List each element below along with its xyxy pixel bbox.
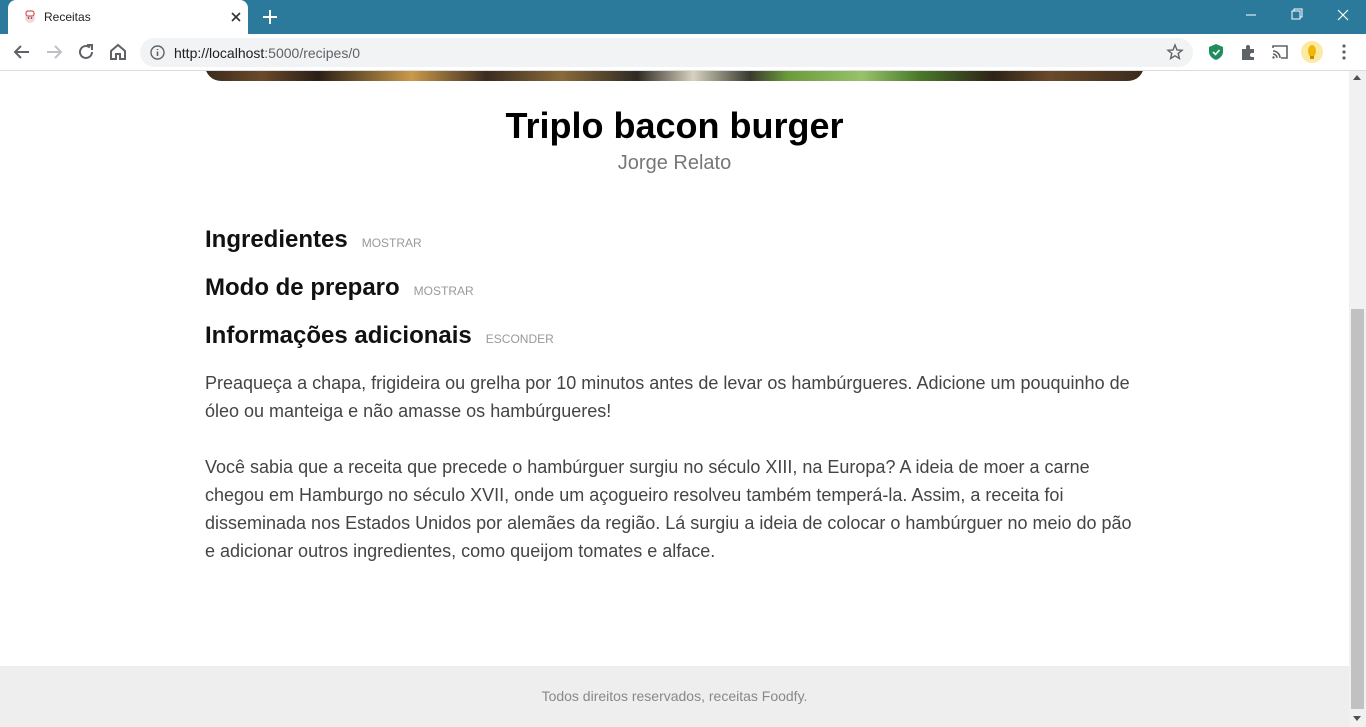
info-paragraph: Você sabia que a receita que precede o h… [205, 457, 1132, 561]
shield-extension-icon[interactable] [1206, 42, 1226, 62]
scroll-up-arrow-icon[interactable] [1353, 75, 1361, 80]
browser-menu-icon[interactable] [1336, 42, 1352, 62]
minimize-icon[interactable] [1228, 0, 1274, 30]
reload-icon[interactable] [74, 40, 98, 64]
address-bar[interactable]: http://localhost:5000/recipes/0 [140, 38, 1193, 67]
url-host: http://localhost [174, 45, 265, 61]
chef-favicon-icon [25, 10, 35, 23]
tab-title: Receitas [44, 10, 91, 24]
section-ingredientes: Ingredientes MOSTRAR [205, 226, 422, 254]
recipe-title: Triplo bacon burger [505, 105, 844, 146]
back-arrow-icon[interactable] [10, 40, 34, 64]
forward-arrow-icon[interactable] [42, 40, 66, 64]
cast-icon[interactable] [1270, 42, 1290, 62]
section-modo-preparo: Modo de preparo MOSTRAR [205, 274, 474, 302]
browser-tabbar: Receitas [0, 0, 1366, 34]
new-tab-icon[interactable] [258, 6, 282, 28]
scroll-down-arrow-icon[interactable] [1353, 716, 1361, 721]
scrollbar-thumb[interactable] [1351, 309, 1364, 709]
close-window-icon[interactable] [1320, 0, 1366, 30]
recipe-author: Jorge Relato [617, 152, 732, 174]
section-title-informacoes: Informações adicionais [205, 322, 472, 349]
extensions-puzzle-icon[interactable] [1238, 42, 1258, 62]
page-scrollbar[interactable] [1349, 71, 1366, 727]
section-title-modo-preparo: Modo de preparo [205, 274, 400, 301]
info-paragraph: Preaqueça a chapa, frigideira ou grelha … [205, 373, 1130, 421]
close-tab-icon[interactable] [226, 7, 246, 27]
browser-toolbar: http://localhost:5000/recipes/0 [0, 34, 1366, 71]
recipe-hero-image [205, 71, 1144, 81]
section-informacoes-adicionais: Informações adicionais ESCONDER [205, 322, 554, 350]
page-footer: Todos direitos reservados, receitas Food… [0, 666, 1349, 727]
url-text[interactable]: http://localhost:5000/recipes/0 [174, 45, 360, 61]
toggle-modo-preparo-button[interactable]: MOSTRAR [414, 284, 474, 298]
footer-text: Todos direitos reservados, receitas Food… [541, 688, 808, 704]
toggle-informacoes-button[interactable]: ESCONDER [486, 332, 554, 346]
bookmark-star-icon[interactable] [1166, 43, 1184, 61]
restore-icon[interactable] [1274, 0, 1320, 30]
browser-tab[interactable]: Receitas [8, 0, 248, 34]
page-viewport: Triplo bacon burger Jorge Relato Ingredi… [0, 71, 1349, 727]
informacoes-content: Preaqueça a chapa, frigideira ou grelha … [205, 369, 1145, 593]
url-path: :5000/recipes/0 [264, 45, 361, 61]
profile-bulb-icon [1308, 45, 1316, 59]
info-icon[interactable] [150, 45, 165, 60]
home-icon[interactable] [106, 40, 130, 64]
toggle-ingredientes-button[interactable]: MOSTRAR [362, 236, 422, 250]
profile-avatar[interactable] [1301, 41, 1323, 63]
section-title-ingredientes: Ingredientes [205, 226, 348, 253]
